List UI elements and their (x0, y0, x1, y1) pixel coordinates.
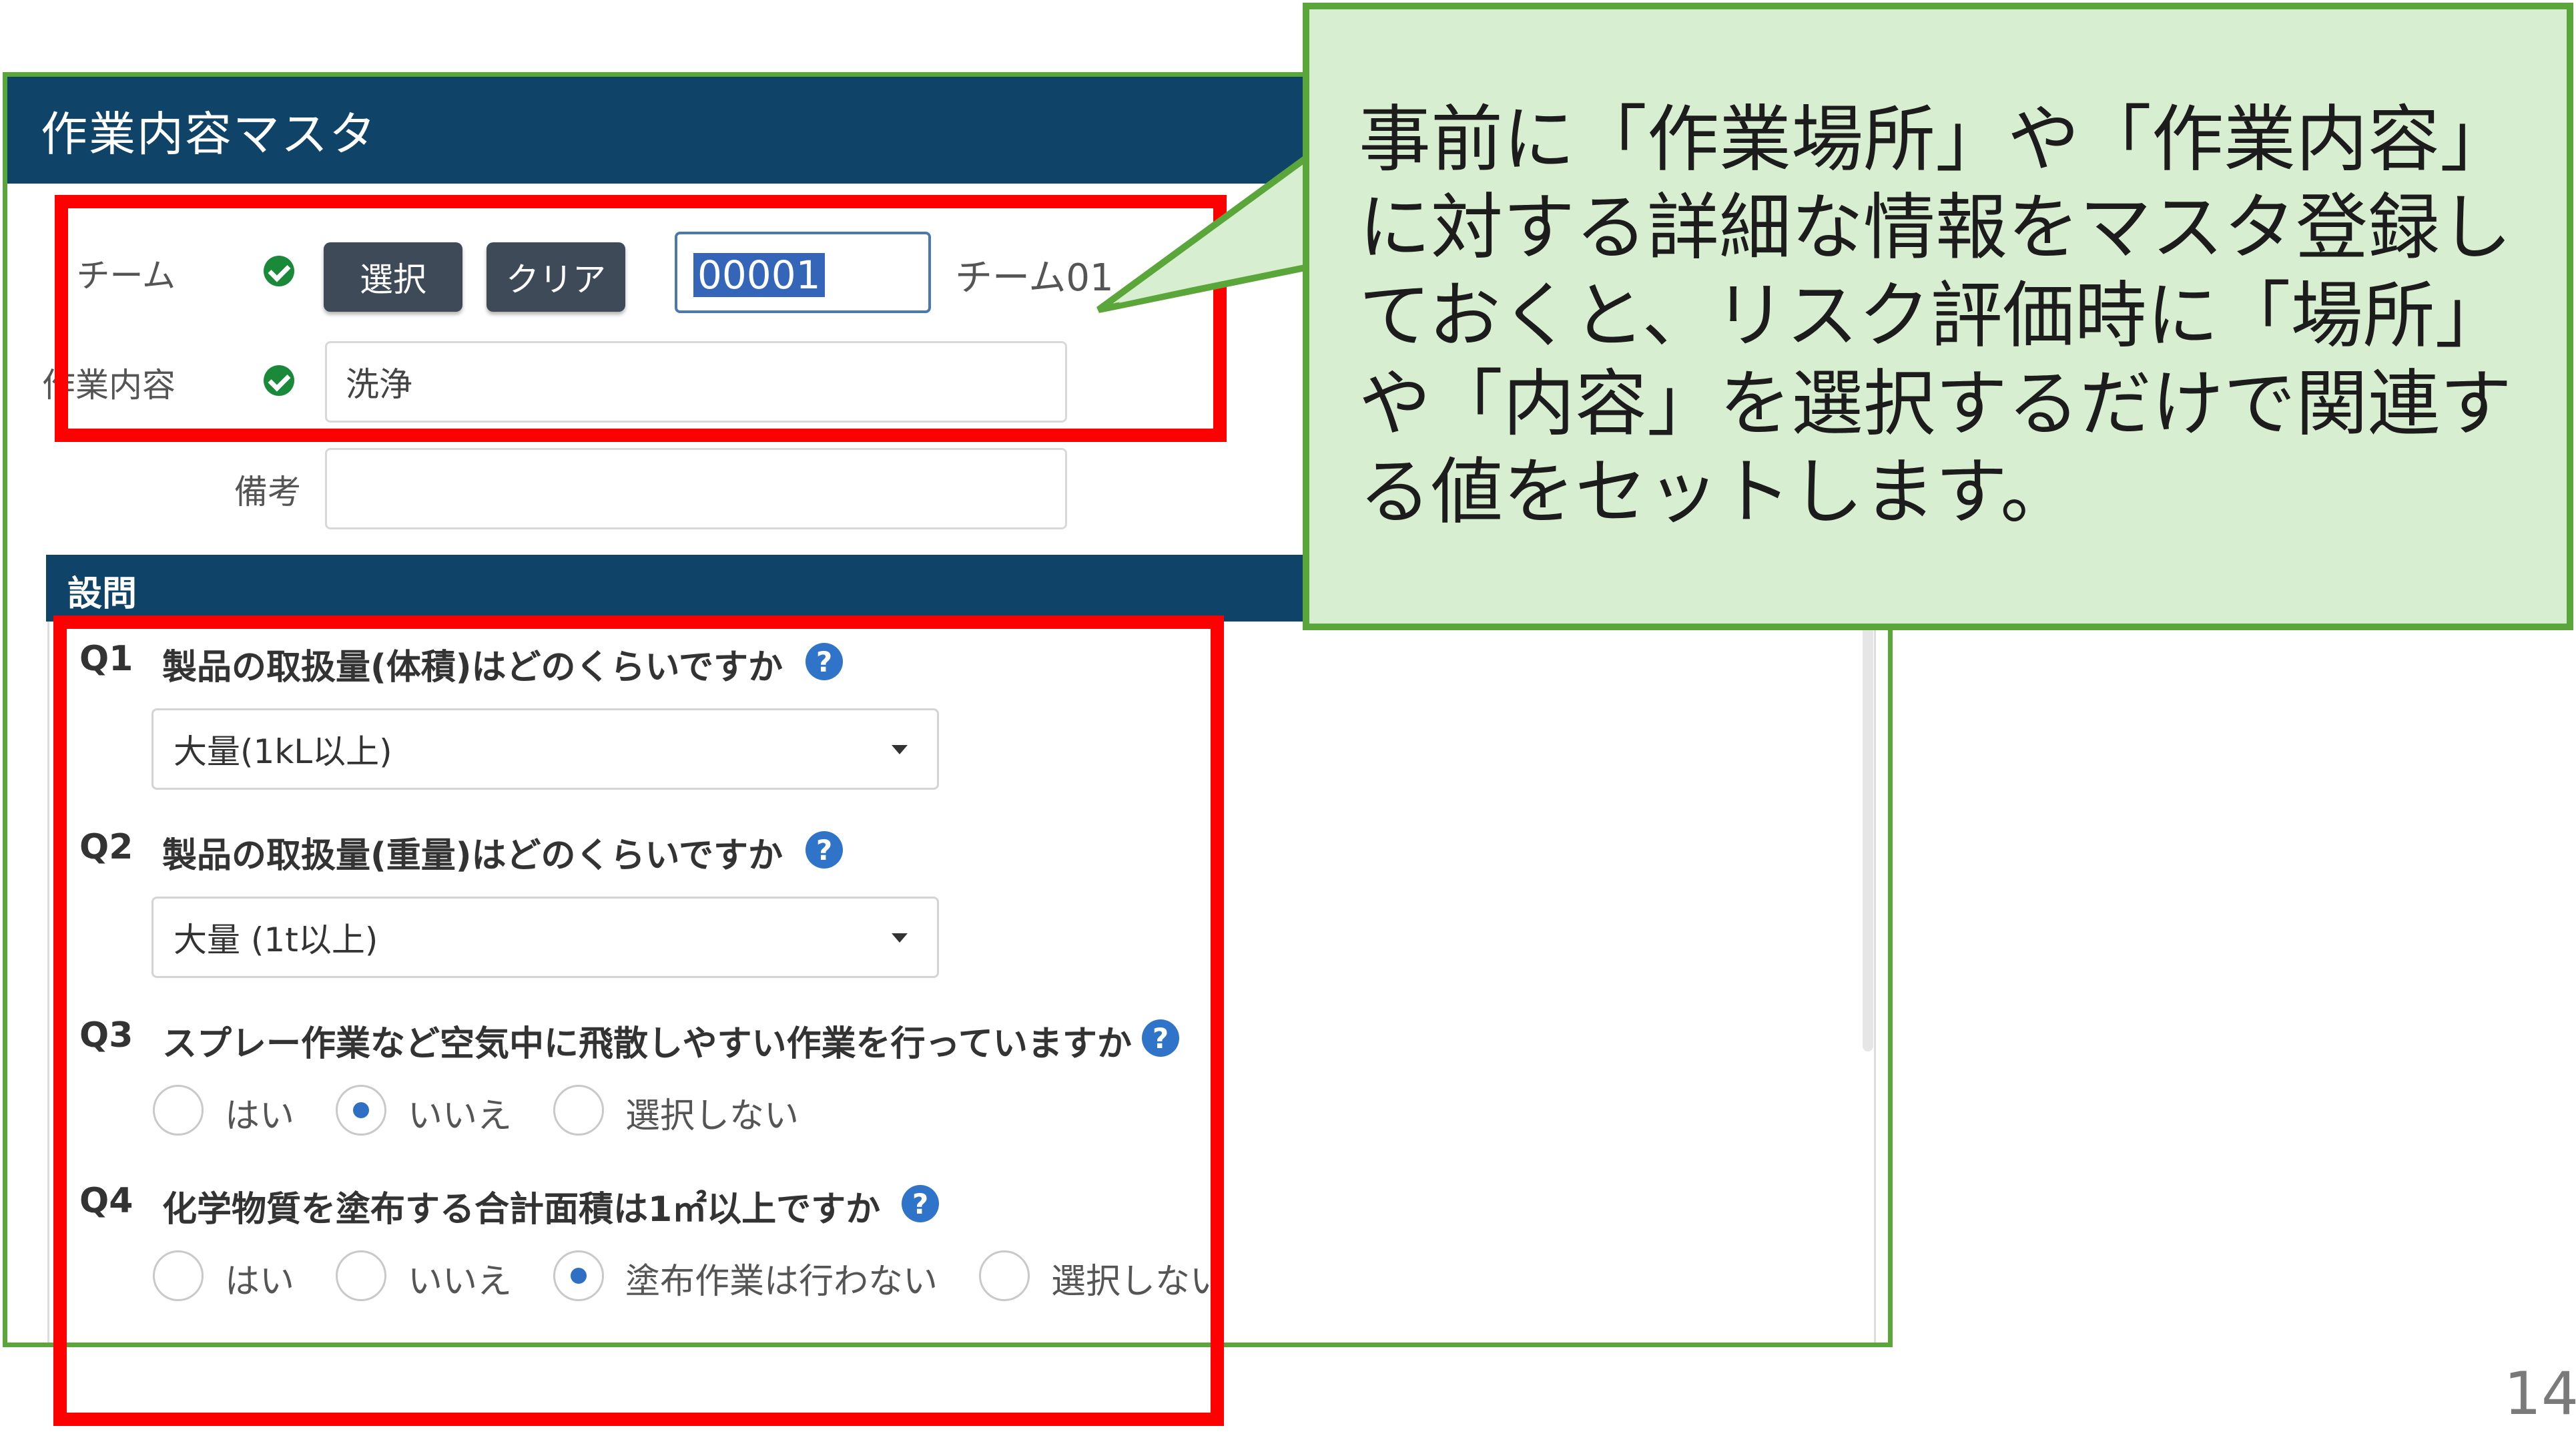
remarks-label: 備考 (234, 473, 301, 511)
scrollbar[interactable] (1863, 624, 1873, 1051)
section-title: 設問 (67, 574, 137, 614)
callout-tail (1096, 142, 1321, 313)
page-number: 14 (2504, 1359, 2576, 1428)
callout-text: 事前に「作業場所」や「作業内容」に対する詳細な情報をマスタ登録しておくと、リスク… (1359, 98, 2513, 534)
window-title: 作業内容マスタ (41, 107, 377, 162)
highlight-box-questions (53, 616, 1224, 1426)
callout-box: 事前に「作業場所」や「作業内容」に対する詳細な情報をマスタ登録しておくと、リスク… (1303, 3, 2573, 630)
highlight-box-form (55, 195, 1227, 442)
remarks-input[interactable] (325, 448, 1067, 529)
